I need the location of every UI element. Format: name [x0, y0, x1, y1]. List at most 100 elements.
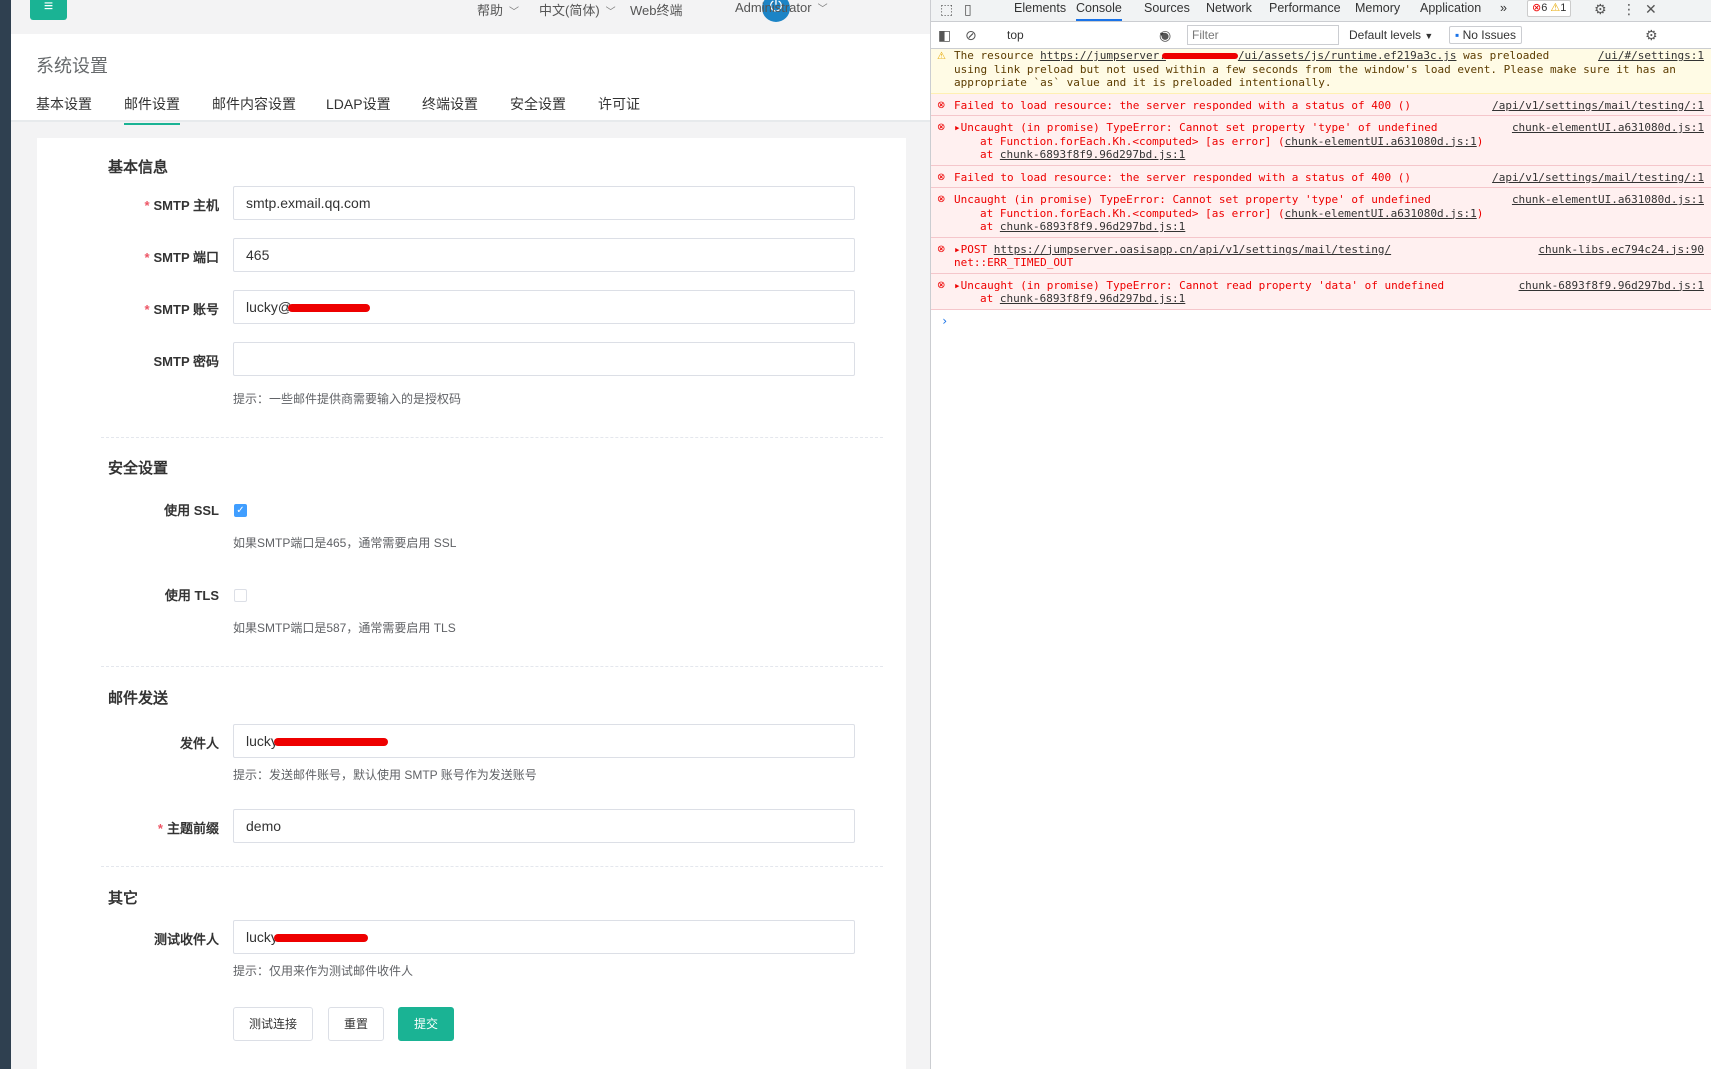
tab-security[interactable]: 安全设置: [510, 94, 566, 122]
dropdown-arrow-icon: ▼: [1424, 31, 1434, 41]
reset-button[interactable]: 重置: [328, 1007, 384, 1041]
message-text: Failed to load resource: the server resp…: [954, 98, 1411, 112]
devtools-tab-elements[interactable]: Elements: [1014, 0, 1066, 21]
message-source-link[interactable]: chunk-elementUI.a631080d.js:1: [1512, 193, 1704, 207]
kebab-menu-icon[interactable]: ⋮: [1622, 0, 1636, 18]
smtp-account-input[interactable]: lucky@: [233, 290, 855, 324]
console-error[interactable]: ⊗ chunk-6893f8f9.96d297bd.js:1 ▸Uncaught…: [931, 273, 1711, 310]
tab-basic[interactable]: 基本设置: [36, 94, 92, 122]
sidebar-toggle-icon[interactable]: ◧: [938, 26, 951, 44]
devtools-tab-network[interactable]: Network: [1206, 0, 1252, 21]
stack-link[interactable]: chunk-6893f8f9.96d297bd.js:1: [1000, 220, 1185, 233]
stack-link[interactable]: chunk-elementUI.a631080d.js:1: [1285, 135, 1477, 148]
log-levels-label: Default levels: [1349, 28, 1422, 42]
web-terminal-link[interactable]: Web终端: [630, 0, 683, 20]
inspect-element-icon[interactable]: ⬚: [940, 0, 953, 18]
error-icon: ⊗: [937, 122, 946, 133]
submit-button[interactable]: 提交: [398, 1007, 454, 1041]
stack-line: at: [980, 148, 1000, 161]
use-ssl-checkbox[interactable]: ✓: [234, 504, 247, 517]
user-menu[interactable]: Administrator ﹀: [735, 0, 828, 20]
issues-label: No Issues: [1462, 28, 1516, 42]
stack-line: at Function.forEach.Kh.<computed> [as er…: [980, 206, 1285, 220]
tab-mail-content[interactable]: 邮件内容设置: [212, 94, 296, 122]
console-settings-icon[interactable]: ⚙: [1645, 26, 1658, 44]
gear-icon[interactable]: ⚙: [1594, 0, 1607, 18]
required-mark: *: [157, 821, 163, 836]
smtp-host-input[interactable]: smtp.exmail.qq.com: [233, 186, 855, 220]
error-icon: ⊗: [937, 171, 946, 183]
issues-icon: ▪: [1455, 28, 1460, 42]
tab-mail-label: 邮件设置: [124, 96, 180, 112]
message-text: The resource: [954, 49, 1041, 62]
sender-input[interactable]: lucky: [233, 724, 855, 758]
section-title-security: 安全设置: [108, 460, 169, 477]
context-value: top: [1007, 28, 1024, 42]
smtp-port-input[interactable]: 465: [233, 238, 855, 272]
warning-icon: ⚠: [937, 51, 946, 62]
console-error[interactable]: ⊗ chunk-libs.ec794c24.js:90 ▸POST https:…: [931, 237, 1711, 274]
tab-terminal[interactable]: 终端设置: [422, 94, 478, 122]
console-prompt[interactable]: ›: [931, 310, 1711, 328]
issue-counter[interactable]: ⊗6 ⚠1: [1527, 0, 1572, 17]
message-source-link[interactable]: /ui/#/settings:1: [1598, 49, 1704, 63]
console-error[interactable]: ⊗ chunk-elementUI.a631080d.js:1 ▸Uncaugh…: [931, 116, 1711, 166]
help-menu[interactable]: 帮助 ﹀: [477, 0, 519, 20]
stack-line: ): [1476, 206, 1484, 220]
use-tls-checkbox[interactable]: [234, 589, 247, 602]
test-recipient-input[interactable]: lucky: [233, 920, 855, 954]
message-source-link[interactable]: chunk-elementUI.a631080d.js:1: [1512, 121, 1704, 135]
header-divider: [11, 120, 930, 122]
smtp-password-input[interactable]: [233, 342, 855, 376]
message-link[interactable]: https://jumpserver.: [1040, 49, 1166, 62]
sender-hint: 提示：发送邮件账号，默认使用 SMTP 账号作为发送账号: [233, 768, 537, 782]
tab-license[interactable]: 许可证: [598, 94, 640, 122]
log-levels-select[interactable]: Default levels ▼: [1349, 25, 1433, 46]
smtp-account-label: * SMTP 账号: [37, 299, 219, 318]
message-link[interactable]: https://jumpserver.oasisapp.cn/api/v1/se…: [994, 243, 1391, 256]
chevron-down-icon: ﹀: [509, 7, 520, 18]
device-toolbar-icon[interactable]: ▯: [964, 0, 972, 18]
message-source-link[interactable]: /api/v1/settings/mail/testing/:1: [1492, 99, 1704, 113]
stack-line: at: [980, 292, 1000, 305]
context-select[interactable]: top ▼: [1003, 25, 1171, 45]
language-menu[interactable]: 中文(简体) ﹀: [539, 0, 616, 20]
stack-link[interactable]: chunk-6893f8f9.96d297bd.js:1: [1000, 292, 1185, 305]
close-icon[interactable]: ✕: [1645, 0, 1657, 18]
console-messages: ⚠ /ui/#/settings:1 The resource https://…: [931, 49, 1711, 328]
tab-mail[interactable]: 邮件设置: [124, 94, 180, 125]
message-source-link[interactable]: chunk-libs.ec794c24.js:90: [1538, 243, 1704, 257]
devtools-panel: ⬚ ▯ Elements Console Sources Network Per…: [930, 0, 1711, 1069]
devtools-tab-sources[interactable]: Sources: [1144, 0, 1190, 21]
language-label: 中文(简体): [539, 3, 600, 18]
more-tabs-button[interactable]: »: [1500, 0, 1507, 21]
message-text: ▸Uncaught (in promise) TypeError: Cannot…: [954, 278, 1445, 292]
clear-console-icon[interactable]: ⊘: [965, 26, 977, 44]
left-sidebar-edge: [0, 0, 11, 1069]
screen: ≡ 帮助 ﹀ 中文(简体) ﹀ Web终端 ⏻ Administrator ﹀ 系统设…: [0, 0, 1711, 1069]
redaction-mark: [1161, 53, 1238, 59]
tab-ldap[interactable]: LDAP设置: [326, 94, 391, 122]
stack-line: ): [1476, 134, 1484, 148]
use-ssl-label-text: 使用 SSL: [164, 503, 219, 518]
devtools-tab-console[interactable]: Console: [1076, 0, 1122, 21]
console-filter-input[interactable]: Filter: [1187, 25, 1339, 45]
message-text: ▸POST: [954, 242, 994, 256]
sender-label: 发件人: [37, 733, 219, 752]
issues-button[interactable]: ▪ No Issues: [1449, 26, 1522, 44]
chevron-down-icon: ﹀: [605, 7, 616, 18]
subject-prefix-input[interactable]: demo: [233, 809, 855, 843]
tls-hint: 如果SMTP端口是587，通常需要启用 TLS: [233, 621, 456, 635]
devtools-tab-memory[interactable]: Memory: [1355, 0, 1400, 21]
message-source-link[interactable]: chunk-6893f8f9.96d297bd.js:1: [1519, 279, 1704, 293]
menu-toggle-button[interactable]: ≡: [30, 0, 67, 20]
eye-icon[interactable]: ◉: [1159, 26, 1171, 44]
message-source-link[interactable]: /api/v1/settings/mail/testing/:1: [1492, 171, 1704, 185]
stack-link[interactable]: chunk-6893f8f9.96d297bd.js:1: [1000, 148, 1185, 161]
devtools-tab-performance[interactable]: Performance: [1269, 0, 1341, 21]
stack-link[interactable]: chunk-elementUI.a631080d.js:1: [1285, 207, 1477, 220]
message-link[interactable]: /ui/assets/js/runtime.ef219a3c.js: [1238, 49, 1457, 62]
test-connection-button[interactable]: 测试连接: [233, 1007, 313, 1041]
devtools-tab-application[interactable]: Application: [1420, 0, 1481, 21]
warning-icon: ⚠: [1550, 2, 1561, 14]
